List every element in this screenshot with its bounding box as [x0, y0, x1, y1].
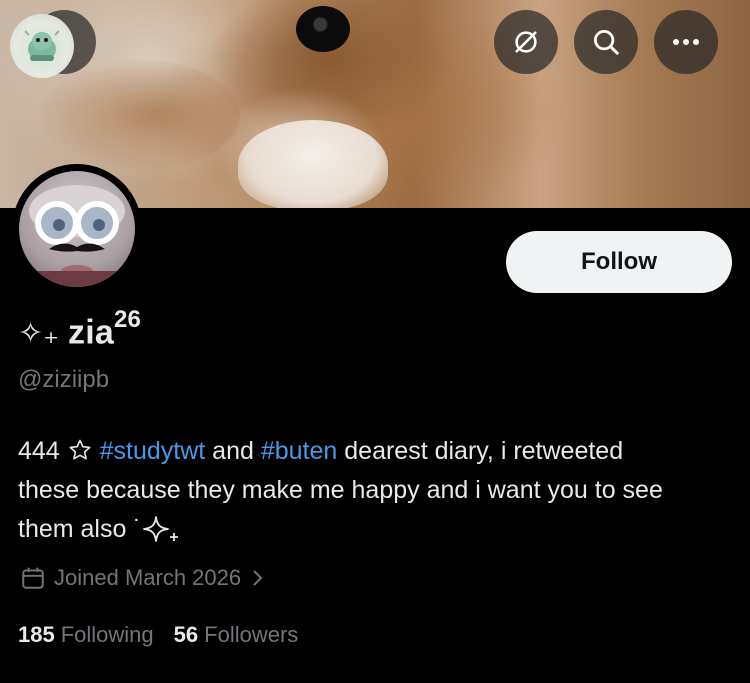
sparkle-icon — [142, 516, 178, 542]
follow-stats: 185 Following 56 Followers — [18, 622, 298, 648]
bio-text-1: 444 — [18, 437, 67, 465]
display-name-row: ✧₊ zia26 — [18, 306, 141, 352]
joined-date[interactable]: Joined March 2026 — [20, 565, 265, 591]
slashed-ring-icon — [515, 31, 537, 53]
sticker-icon — [10, 14, 74, 78]
avatar-image — [19, 171, 135, 287]
avatar[interactable] — [12, 164, 142, 294]
bio-text-2 — [93, 437, 100, 465]
display-name-text: zia — [68, 313, 114, 351]
display-name-superscript: 26 — [113, 305, 142, 333]
ring-button[interactable] — [494, 10, 558, 74]
bio-text-3: and — [205, 437, 261, 465]
banner-bunny-eye — [296, 6, 350, 52]
banner-bunny-ear — [40, 60, 240, 170]
more-horizontal-icon — [673, 39, 699, 45]
joined-text: Joined March 2026 — [54, 565, 242, 590]
following-label: Following — [60, 622, 154, 647]
following-link[interactable]: 185 Following — [18, 622, 154, 648]
followers-label: Followers — [204, 622, 299, 647]
followers-link[interactable]: 56 Followers — [174, 622, 299, 648]
star-outline-icon — [69, 439, 91, 460]
chevron-right-icon — [253, 570, 263, 586]
banner-bunny-paws — [238, 120, 388, 208]
search-button[interactable] — [574, 10, 638, 74]
more-button[interactable] — [654, 10, 718, 74]
followers-count: 56 — [173, 622, 199, 647]
bio: 444 #studytwt and #buten dearest diary, … — [18, 432, 668, 549]
hashtag-link[interactable]: #buten — [261, 437, 337, 465]
follow-button[interactable]: Follow — [506, 231, 732, 293]
search-icon — [594, 30, 619, 55]
display-name: zia26 — [68, 306, 141, 352]
hashtag-link[interactable]: #studytwt — [100, 437, 206, 465]
sparkle-icon: ✧₊ — [18, 317, 59, 350]
handle: @ziziipb — [18, 366, 110, 393]
calendar-icon — [22, 567, 44, 589]
following-count: 185 — [18, 622, 55, 647]
